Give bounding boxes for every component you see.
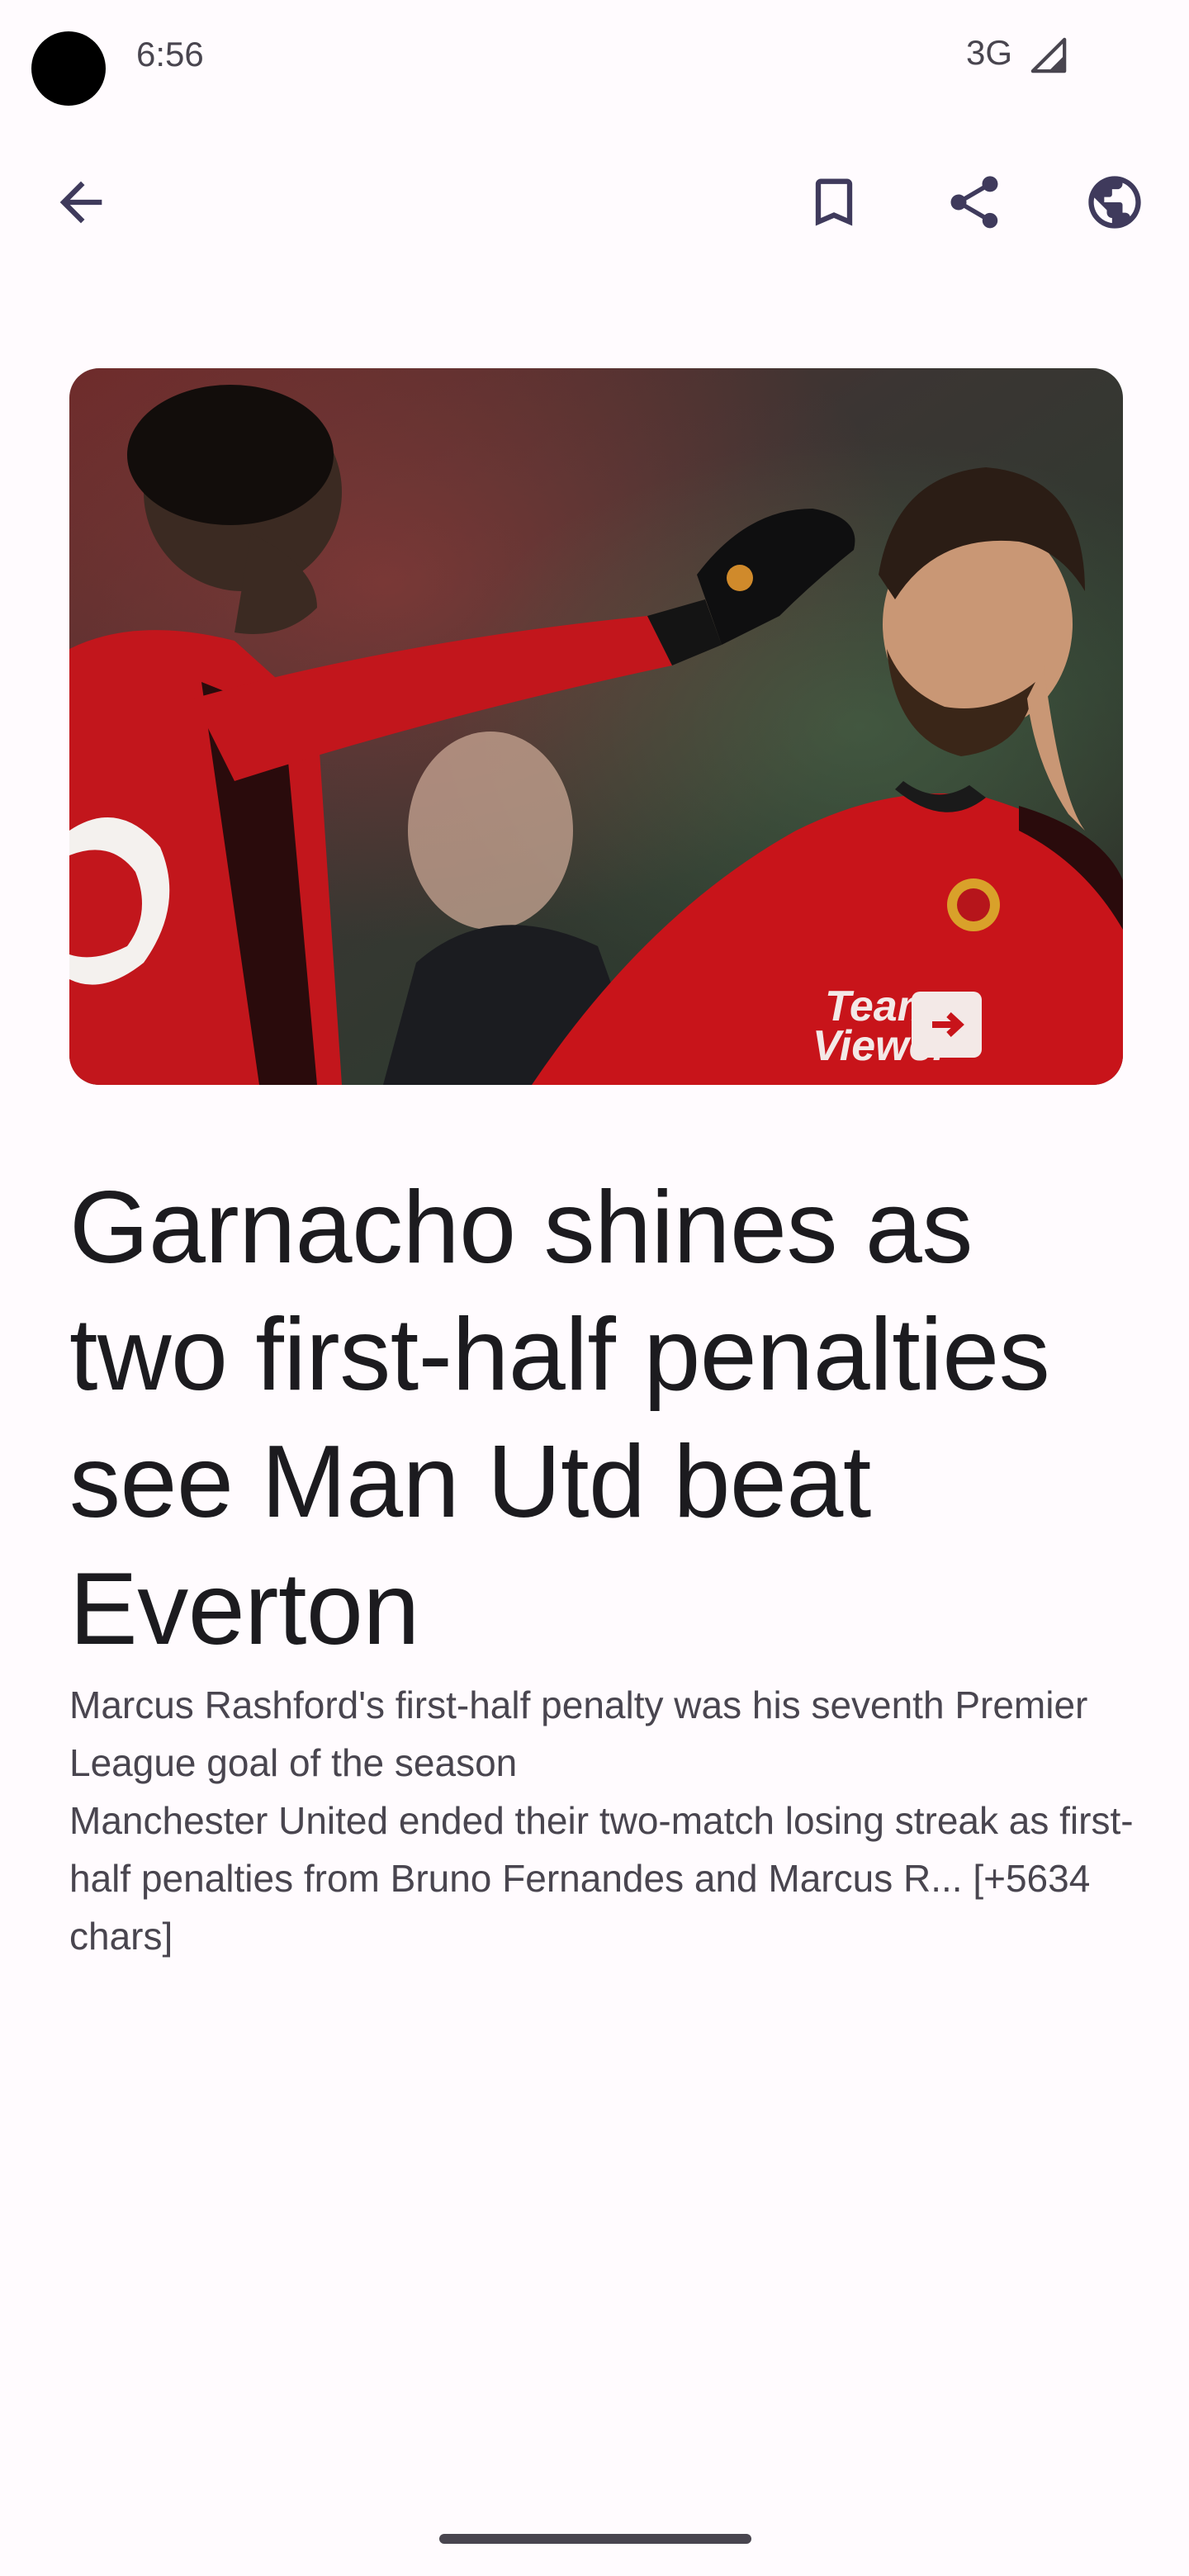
status-bar: 6:56 3G xyxy=(0,0,1189,116)
status-time: 6:56 xyxy=(136,35,204,73)
shirt-sponsor-logo: Team Viewer xyxy=(812,983,982,1070)
gesture-navigation-bar[interactable] xyxy=(439,2534,751,2544)
article-image: Team Viewer xyxy=(69,368,1123,1085)
top-app-bar xyxy=(0,149,1189,256)
article-summary: Marcus Rashford's first-half penalty was… xyxy=(69,1683,1134,1958)
share-button[interactable] xyxy=(925,153,1024,252)
svg-text:Viewer: Viewer xyxy=(812,1022,951,1070)
share-icon xyxy=(950,176,998,229)
article-headline: Garnacho shines as two first-half penalt… xyxy=(69,1171,1050,1666)
globe-icon xyxy=(1088,176,1141,229)
bookmark-outline-icon xyxy=(815,178,853,226)
open-in-browser-button[interactable] xyxy=(1065,153,1164,252)
bookmark-button[interactable] xyxy=(784,153,883,252)
arrow-back-icon xyxy=(59,181,102,224)
network-type: 3G xyxy=(966,33,1013,72)
back-button[interactable] xyxy=(31,153,130,252)
article-photo: Team Viewer xyxy=(69,368,1123,1085)
signal-strength-icon xyxy=(1030,37,1067,73)
camera-cutout xyxy=(31,31,106,106)
